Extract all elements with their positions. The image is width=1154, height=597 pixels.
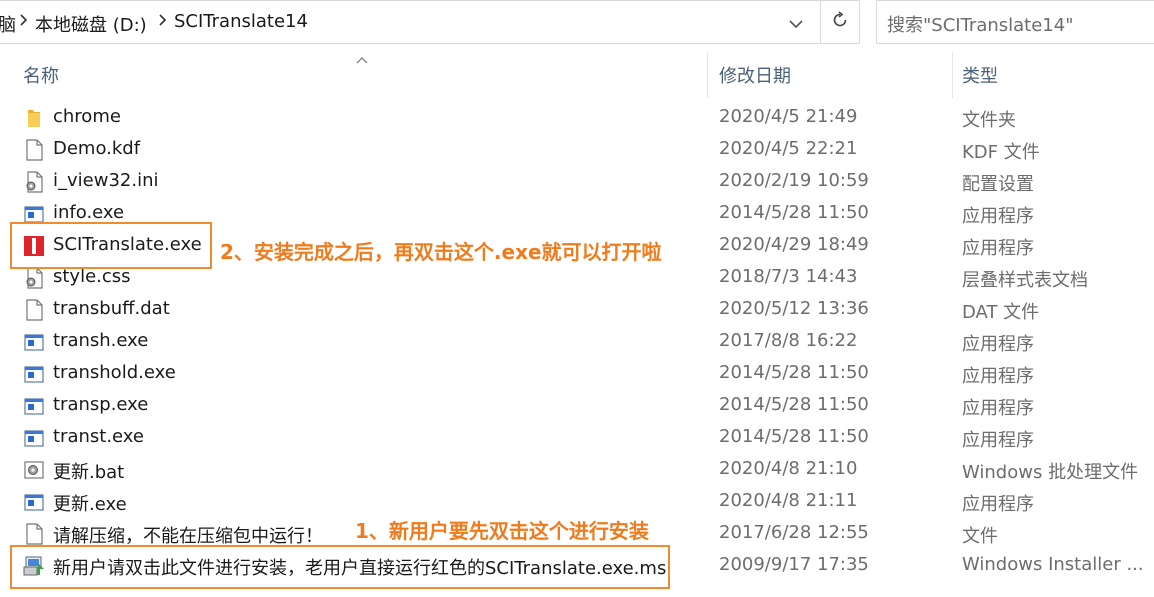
file-row[interactable]: transh.exe 2017/8/8 16:22 应用程序 [0, 326, 1154, 358]
file-type: 应用程序 [962, 238, 1034, 259]
file-date: 2017/8/8 16:22 [719, 330, 858, 351]
file-date: 2014/5/28 11:50 [719, 202, 869, 223]
batch-file-icon [23, 459, 45, 481]
address-history-dropdown[interactable] [778, 1, 814, 45]
exe-icon [23, 331, 45, 353]
file-type: 应用程序 [962, 494, 1034, 515]
address-bar[interactable]: 脑 本地磁盘 (D:) SCITranslate14 [0, 0, 857, 44]
file-type: 应用程序 [962, 366, 1034, 387]
exe-icon [23, 491, 45, 513]
file-date: 2014/5/28 11:50 [719, 426, 869, 447]
address-toolbar: 脑 本地磁盘 (D:) SCITranslate14 搜索"SCITransla… [0, 0, 1154, 46]
file-name: transhold.exe [53, 362, 176, 383]
file-date: 2009/9/17 17:35 [719, 554, 869, 575]
breadcrumb-separator-icon[interactable] [19, 12, 29, 32]
search-input[interactable]: 搜索"SCITranslate14" [876, 0, 1154, 44]
file-type: 文件夹 [962, 110, 1016, 131]
file-name: i_view32.ini [53, 170, 159, 191]
file-date: 2020/2/19 10:59 [719, 170, 869, 191]
file-type: 配置设置 [962, 174, 1034, 195]
breadcrumb-computer[interactable]: 脑 [0, 11, 16, 37]
column-divider[interactable] [707, 52, 708, 98]
file-type: DAT 文件 [962, 302, 1040, 323]
file-date: 2020/4/29 18:49 [719, 234, 869, 255]
file-type: Windows Installer ... [962, 554, 1144, 575]
file-row[interactable]: Demo.kdf 2020/4/5 22:21 KDF 文件 [0, 134, 1154, 166]
file-type: 应用程序 [962, 398, 1034, 419]
file-name: info.exe [53, 202, 125, 223]
file-name: transh.exe [53, 330, 149, 351]
file-type: 应用程序 [962, 206, 1034, 227]
highlight-box-installer [10, 545, 670, 589]
column-header-name[interactable]: 名称 [23, 62, 59, 88]
breadcrumb-separator-icon[interactable] [158, 12, 168, 32]
file-type: 应用程序 [962, 430, 1034, 451]
file-name: 更新.exe [53, 494, 127, 515]
highlight-box-scitranslate [10, 222, 212, 269]
file-row[interactable]: 更新.exe 2020/4/8 21:11 应用程序 [0, 486, 1154, 518]
column-header-date[interactable]: 修改日期 [719, 62, 791, 88]
file-name: transp.exe [53, 394, 149, 415]
breadcrumb-folder[interactable]: SCITranslate14 [174, 11, 308, 32]
file-row[interactable]: transp.exe 2014/5/28 11:50 应用程序 [0, 390, 1154, 422]
file-type: 应用程序 [962, 334, 1034, 355]
file-row[interactable]: transhold.exe 2014/5/28 11:50 应用程序 [0, 358, 1154, 390]
file-date: 2014/5/28 11:50 [719, 362, 869, 383]
file-date: 2020/4/8 21:10 [719, 458, 858, 479]
column-header-type[interactable]: 类型 [962, 62, 998, 88]
annotation-step2: 2、安装完成之后，再双击这个.exe就可以打开啦 [220, 240, 662, 264]
exe-icon [23, 363, 45, 385]
file-icon [23, 523, 45, 545]
annotation-step1: 1、新用户要先双击这个进行安装 [355, 519, 649, 543]
refresh-button[interactable] [820, 0, 860, 44]
config-file-icon [23, 171, 45, 193]
file-name: style.css [53, 266, 131, 287]
breadcrumb-drive[interactable]: 本地磁盘 (D:) [35, 11, 147, 37]
file-row[interactable]: transt.exe 2014/5/28 11:50 应用程序 [0, 422, 1154, 454]
column-header-row: 名称 修改日期 类型 [0, 48, 1154, 98]
file-type: 文件 [962, 526, 998, 547]
refresh-icon [831, 11, 849, 33]
file-icon [23, 139, 45, 161]
file-date: 2018/7/3 14:43 [719, 266, 858, 287]
file-name: transt.exe [53, 426, 144, 447]
exe-icon [23, 427, 45, 449]
exe-icon [23, 395, 45, 417]
file-date: 2017/6/28 12:55 [719, 522, 869, 543]
file-date: 2014/5/28 11:50 [719, 394, 869, 415]
folder-icon [23, 107, 45, 129]
file-type: Windows 批处理文件 [962, 462, 1139, 483]
file-name: transbuff.dat [53, 298, 170, 319]
file-date: 2020/4/5 21:49 [719, 106, 858, 127]
file-name: chrome [53, 106, 121, 127]
file-date: 2020/4/5 22:21 [719, 138, 858, 159]
column-divider[interactable] [952, 52, 953, 98]
file-date: 2020/4/8 21:11 [719, 490, 858, 511]
file-name: Demo.kdf [53, 138, 141, 159]
file-date: 2020/5/12 13:36 [719, 298, 869, 319]
sort-ascending-icon [355, 50, 369, 64]
file-row[interactable]: transbuff.dat 2020/5/12 13:36 DAT 文件 [0, 294, 1154, 326]
file-type: KDF 文件 [962, 142, 1040, 163]
file-type: 层叠样式表文档 [962, 270, 1088, 291]
chevron-down-icon [788, 14, 804, 33]
file-row[interactable]: i_view32.ini 2020/2/19 10:59 配置设置 [0, 166, 1154, 198]
file-name: 更新.bat [53, 462, 125, 483]
css-file-icon [23, 267, 45, 289]
file-icon [23, 299, 45, 321]
file-row[interactable]: 更新.bat 2020/4/8 21:10 Windows 批处理文件 [0, 454, 1154, 486]
file-row[interactable]: chrome 2020/4/5 21:49 文件夹 [0, 102, 1154, 134]
